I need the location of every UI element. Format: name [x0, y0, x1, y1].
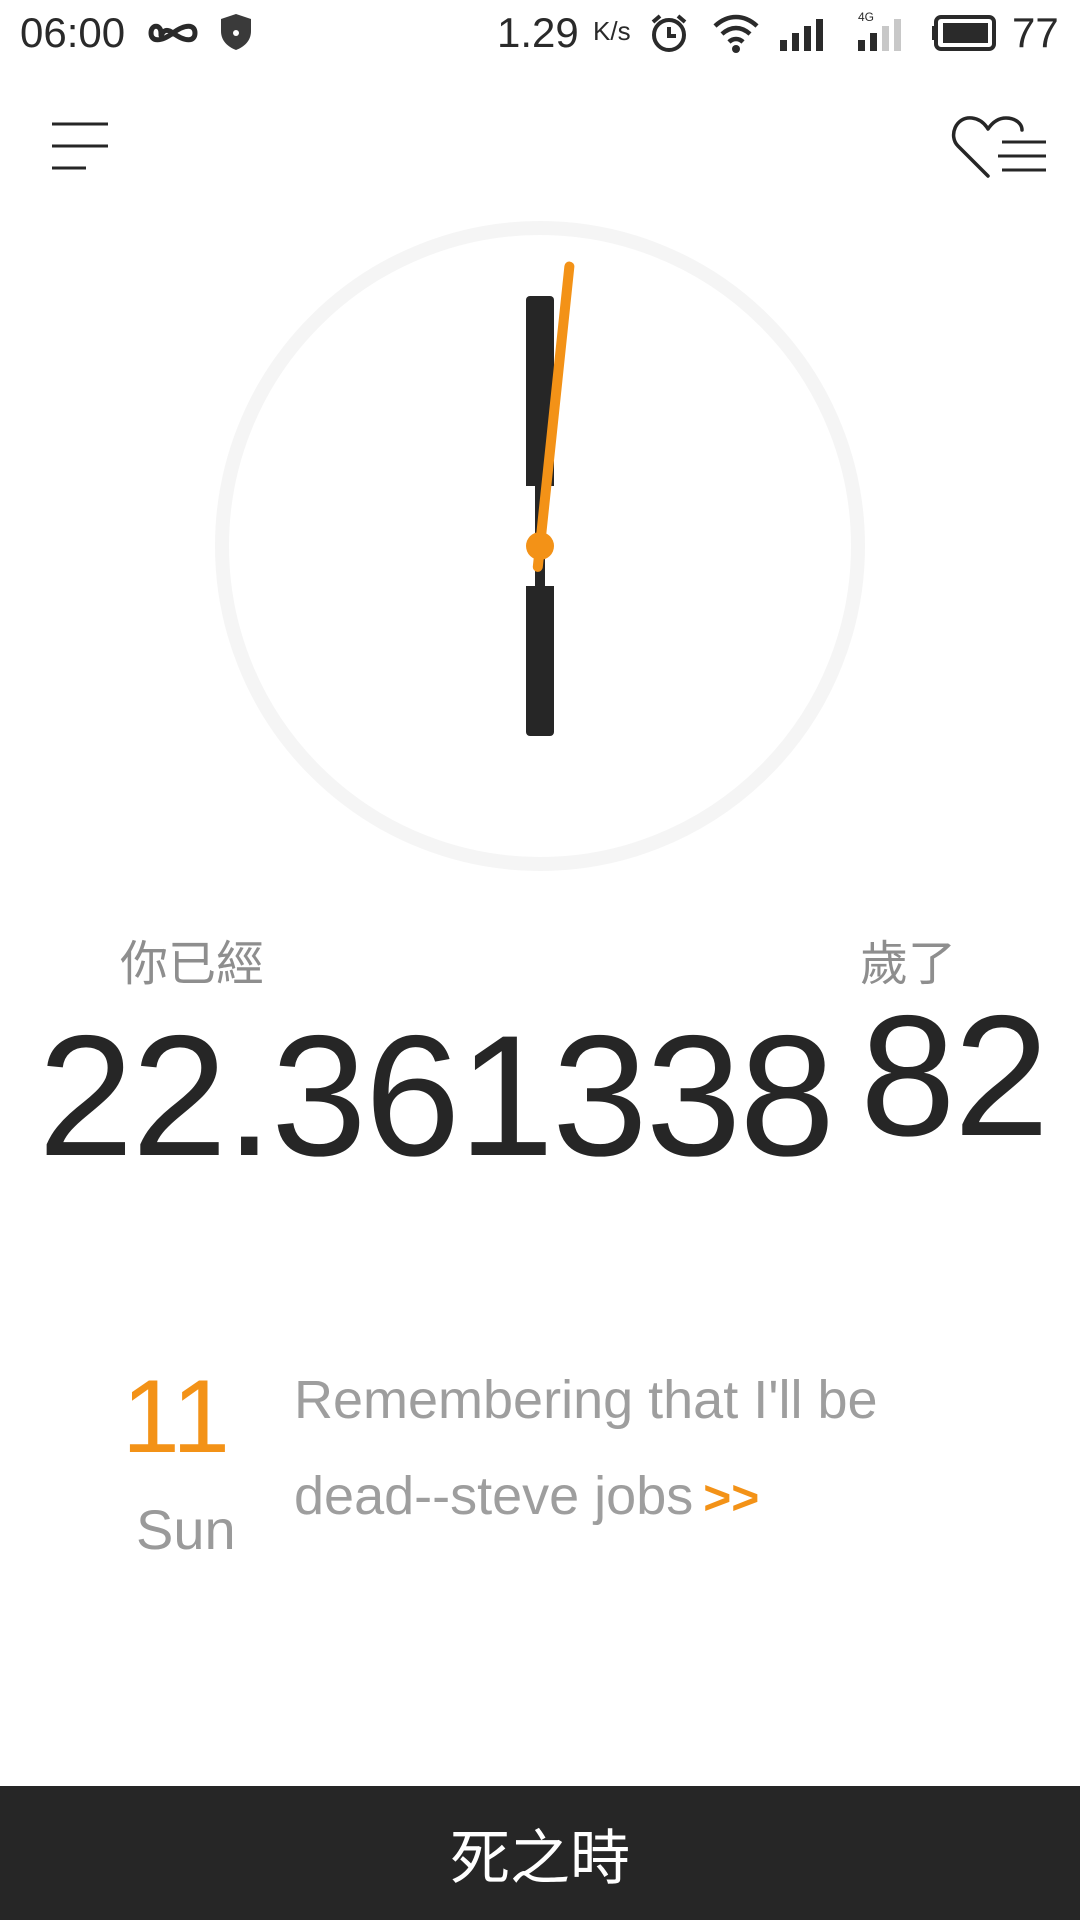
- status-bar: 06:00 1.29 K/s 4G 77: [0, 0, 1080, 66]
- day-number: 11: [122, 1359, 230, 1475]
- signal-icon: [780, 19, 823, 51]
- quote-more-link[interactable]: >>: [703, 1472, 759, 1525]
- battery-percent: 77: [1012, 9, 1059, 56]
- svg-text:4G: 4G: [858, 10, 874, 24]
- weekday-label: Sun: [136, 1498, 236, 1561]
- net-speed: 1.29: [497, 9, 579, 56]
- battery-icon: [932, 15, 996, 51]
- age-prefix-label: 你已經: [120, 936, 265, 992]
- shield-icon: [221, 14, 251, 50]
- analog-clock: [215, 221, 865, 871]
- hamburger-menu-icon: [52, 122, 108, 170]
- clock-center-hub: [526, 532, 554, 560]
- age-value-tail: 82: [860, 980, 1049, 1172]
- quote-text: Remembering that I'll be dead--steve job…: [294, 1370, 878, 1526]
- signal-4g-icon: 4G: [858, 10, 901, 51]
- age-value-main: 22.361338: [38, 1000, 835, 1192]
- screen: 06:00 1.29 K/s 4G 77 你已經 歲了 22.361338 82…: [0, 0, 1080, 1920]
- status-time: 06:00: [20, 9, 126, 56]
- menu-button[interactable]: [48, 118, 114, 174]
- bottom-bar[interactable]: 死之時: [0, 1786, 1080, 1920]
- daily-quote[interactable]: Remembering that I'll be dead--steve job…: [294, 1352, 1014, 1547]
- favorites-button[interactable]: [950, 112, 1050, 182]
- app-title: 死之時: [450, 1823, 630, 1894]
- alarm-icon: [651, 14, 687, 52]
- net-speed-unit: K/s: [593, 16, 631, 46]
- heart-list-icon: [951, 116, 1046, 178]
- wifi-icon: [713, 14, 759, 53]
- infinity-icon: [148, 23, 198, 43]
